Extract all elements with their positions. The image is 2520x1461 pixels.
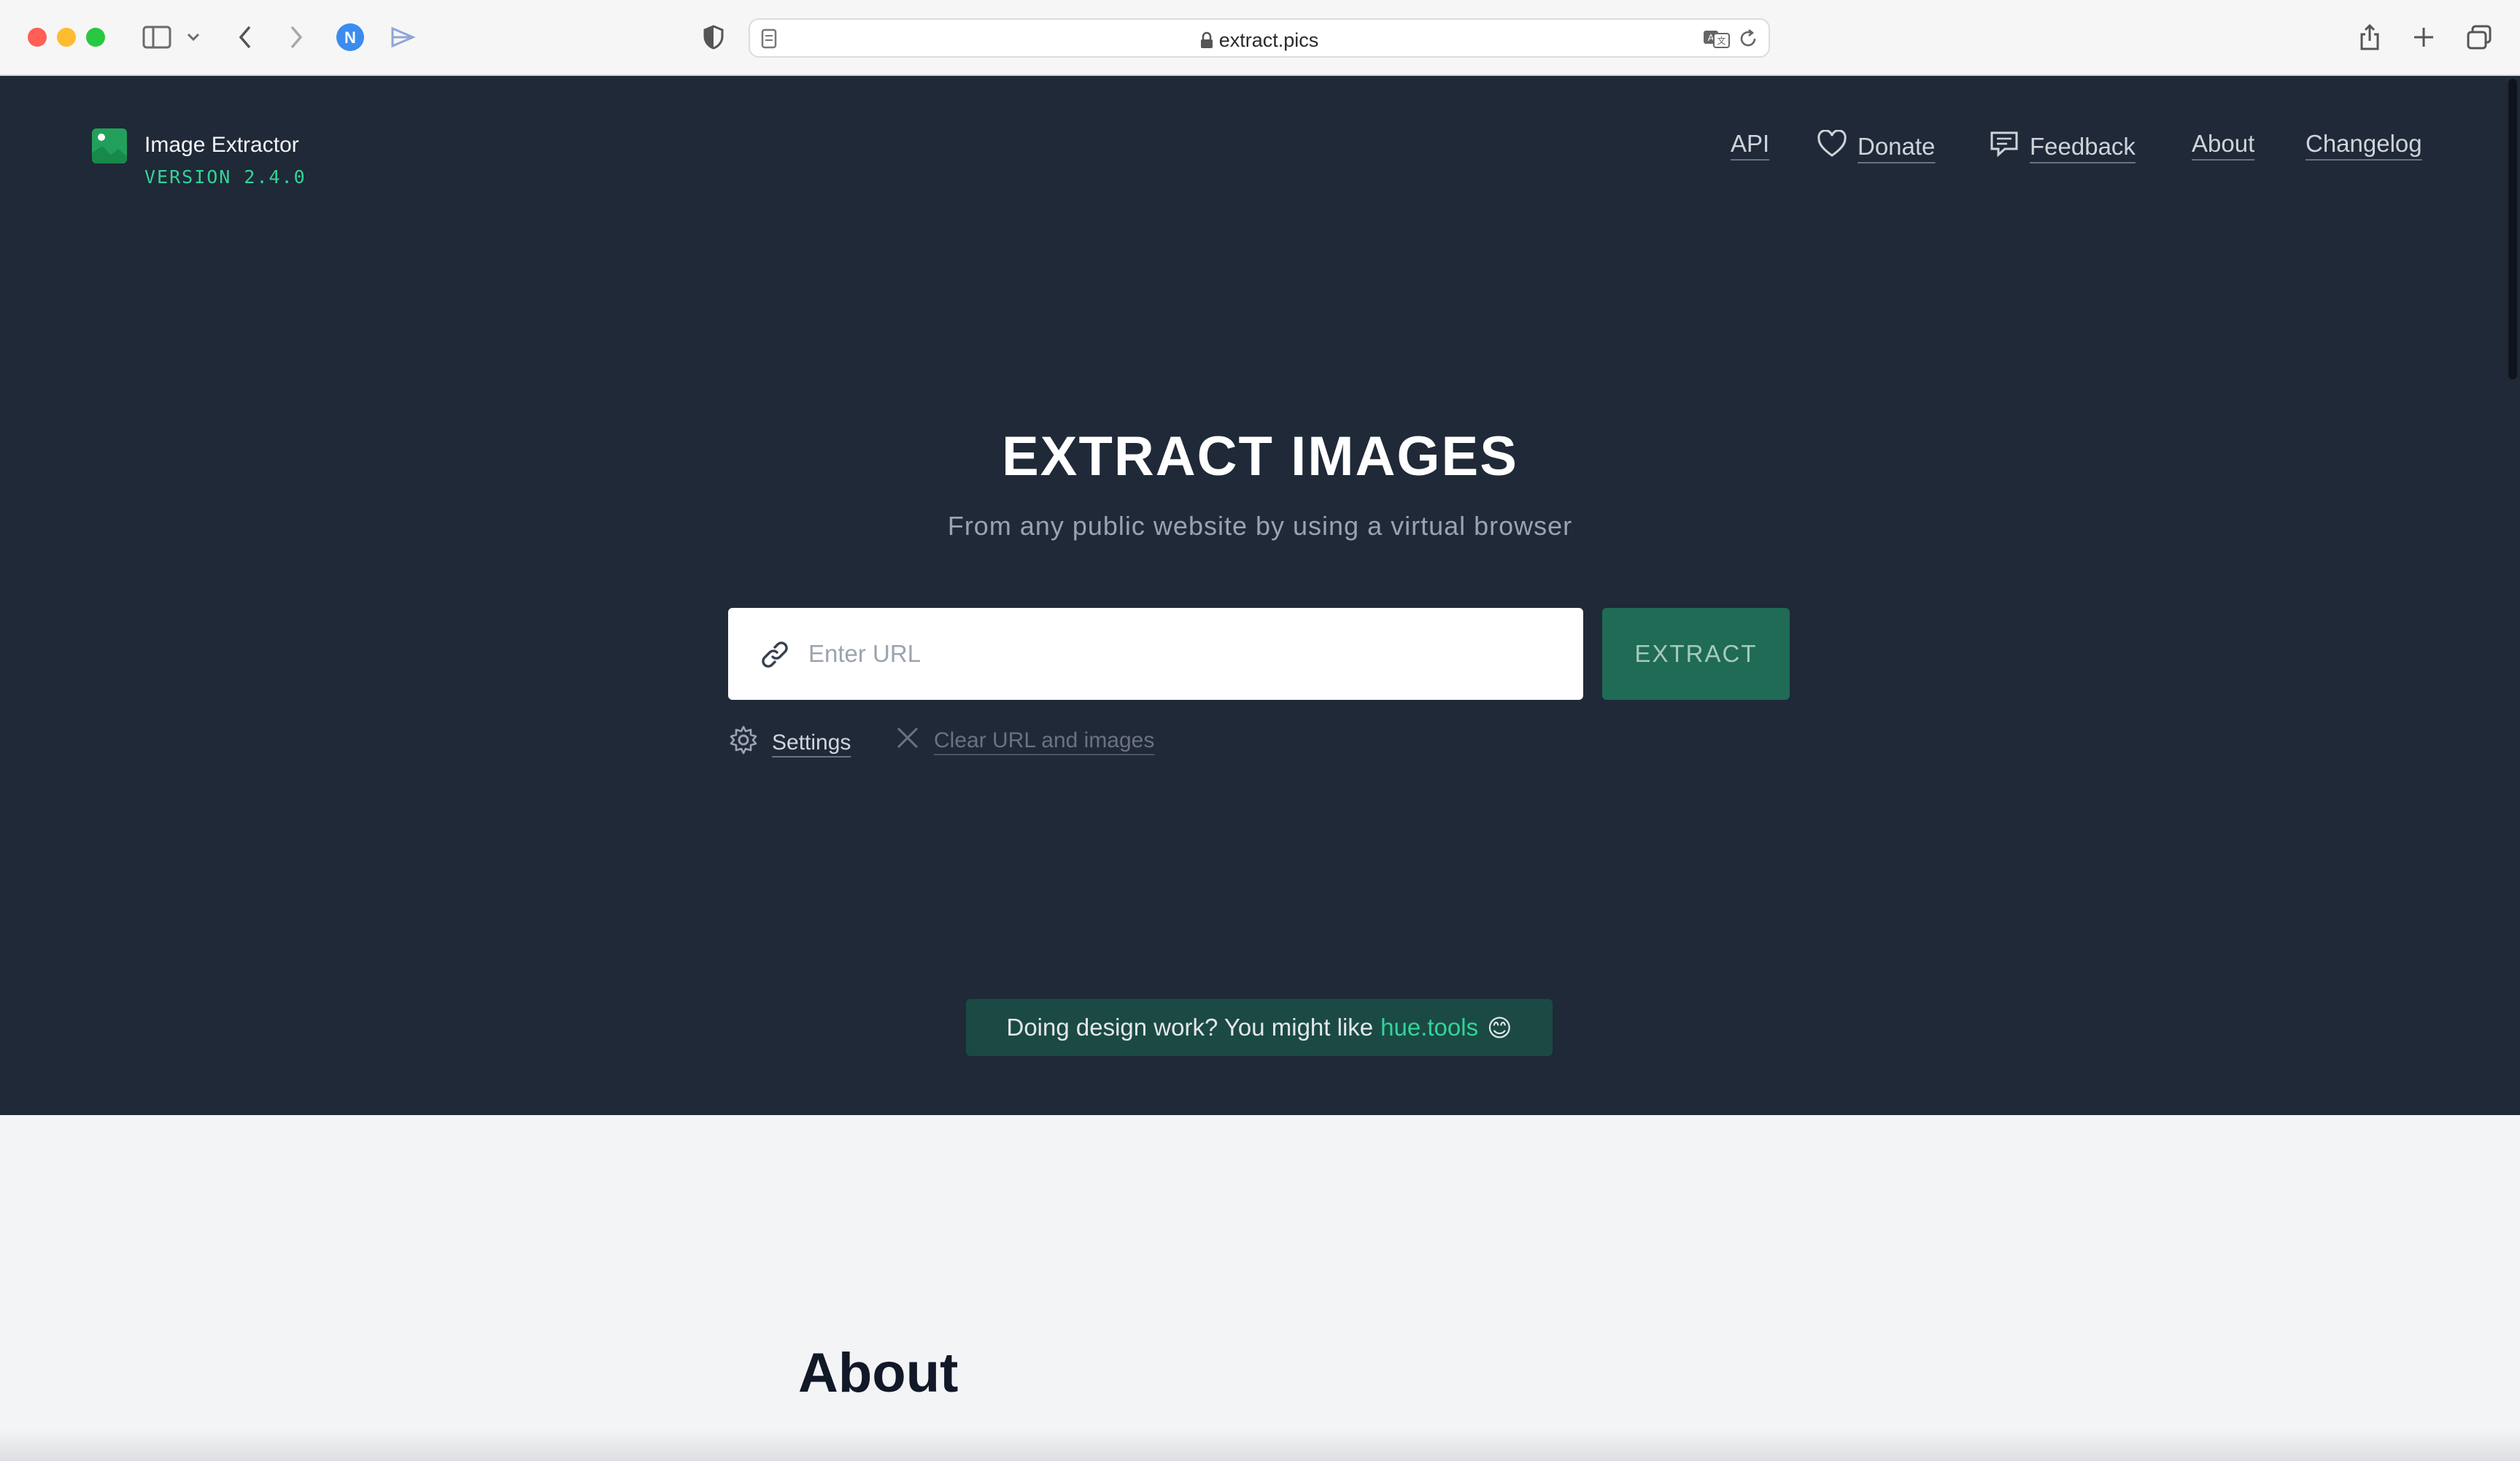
- close-window-button[interactable]: [28, 28, 47, 47]
- gear-icon: [728, 725, 759, 761]
- nav-about-label[interactable]: About: [2192, 130, 2254, 158]
- heart-icon: [1817, 129, 1847, 163]
- privacy-shield-icon[interactable]: [697, 19, 730, 55]
- lock-icon: [1200, 31, 1213, 54]
- back-icon[interactable]: [231, 19, 260, 55]
- close-icon: [894, 725, 921, 757]
- tab-overview-icon[interactable]: [2463, 19, 2495, 55]
- extension-arrow-icon[interactable]: [387, 19, 419, 55]
- about-heading: About: [798, 1342, 959, 1404]
- promo-text: Doing design work? You might like: [1006, 1014, 1374, 1041]
- nav-feedback-label[interactable]: Feedback: [2030, 133, 2136, 161]
- clear-label[interactable]: Clear URL and images: [934, 728, 1154, 753]
- svg-text:N: N: [344, 28, 356, 47]
- page-subtitle: From any public website by using a virtu…: [947, 511, 1573, 541]
- nav-feedback[interactable]: Feedback: [1989, 130, 2136, 163]
- new-tab-icon[interactable]: [2408, 19, 2440, 55]
- promo-link[interactable]: hue.tools: [1380, 1014, 1478, 1041]
- nav-api-label[interactable]: API: [1731, 130, 1769, 158]
- promo-banner: Doing design work? You might like hue.to…: [966, 999, 1553, 1056]
- address-bar[interactable]: extract.pics A文: [749, 18, 1770, 58]
- hero-section: [0, 76, 2520, 1115]
- minimize-window-button[interactable]: [57, 28, 76, 47]
- page-bottom-shadow: [0, 1429, 2520, 1461]
- settings-label[interactable]: Settings: [772, 730, 851, 755]
- nav-donate[interactable]: Donate: [1817, 129, 1935, 163]
- url-input[interactable]: [808, 628, 1553, 679]
- extract-button[interactable]: EXTRACT: [1602, 608, 1790, 700]
- nav-changelog-label[interactable]: Changelog: [2306, 130, 2422, 158]
- smile-emoji-icon: 😊: [1487, 1014, 1512, 1041]
- link-icon: [759, 639, 791, 674]
- reload-icon[interactable]: [1738, 28, 1758, 53]
- page-title: EXTRACT IMAGES: [1002, 425, 1518, 487]
- chat-icon: [1989, 130, 2020, 163]
- share-icon[interactable]: [2354, 19, 2386, 55]
- svg-text:文: 文: [1717, 35, 1725, 46]
- address-url: extract.pics: [750, 29, 1769, 54]
- app-version: VERSION 2.4.0: [144, 166, 306, 188]
- url-input-container[interactable]: [728, 608, 1583, 700]
- scrollbar-thumb[interactable]: [2508, 79, 2517, 379]
- clear-button[interactable]: Clear URL and images: [894, 725, 1154, 757]
- browser-toolbar: N extract.pics A文: [0, 0, 2520, 76]
- nav-changelog[interactable]: Changelog: [2306, 130, 2422, 158]
- translate-icon[interactable]: A文: [1703, 28, 1731, 53]
- settings-button[interactable]: Settings: [728, 725, 851, 761]
- maximize-window-button[interactable]: [86, 28, 105, 47]
- nav-api[interactable]: API: [1731, 130, 1769, 158]
- chevron-down-icon[interactable]: [182, 19, 204, 55]
- nav-donate-label[interactable]: Donate: [1858, 133, 1935, 161]
- url-text: extract.pics: [1218, 29, 1319, 51]
- app-name[interactable]: Image Extractor: [144, 133, 299, 158]
- nav-about[interactable]: About: [2192, 130, 2254, 158]
- sidebar-toggle-icon[interactable]: [139, 19, 175, 55]
- forward-icon[interactable]: [282, 19, 311, 55]
- extension-n-icon[interactable]: N: [334, 19, 366, 55]
- image-icon[interactable]: [92, 128, 127, 163]
